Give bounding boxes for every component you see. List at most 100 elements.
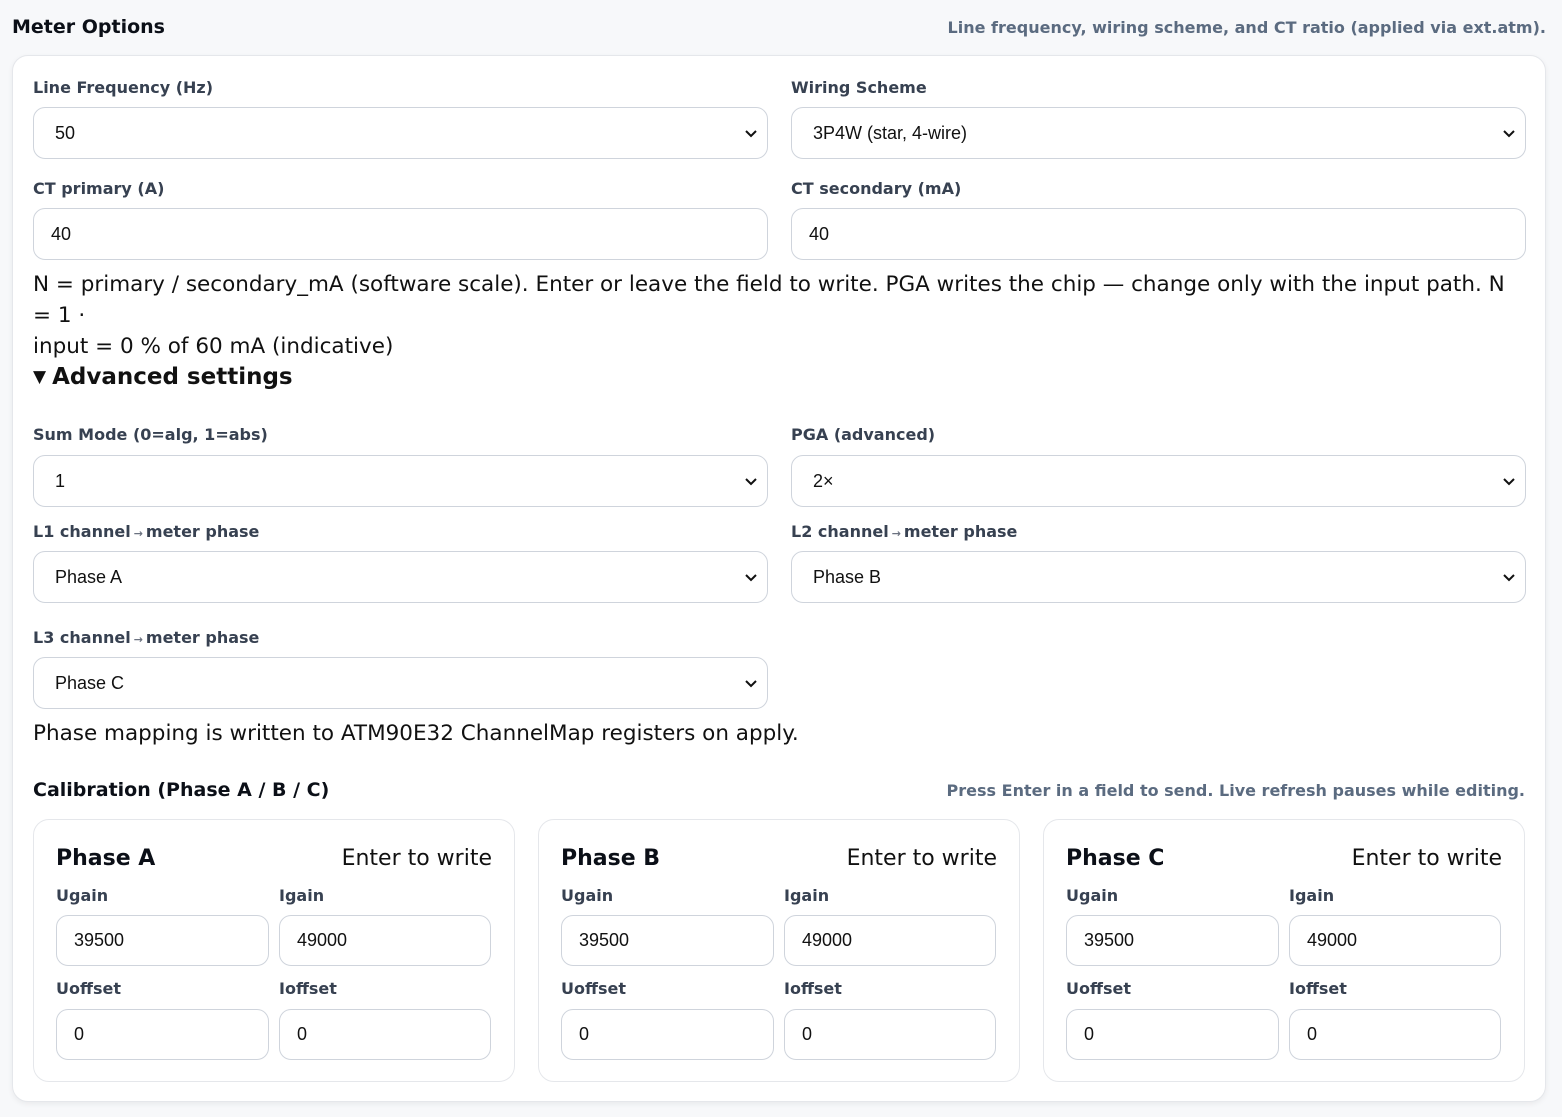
chevron-down-icon — [1503, 574, 1515, 582]
l2-label-b: meter phase — [903, 522, 1018, 541]
arrow-right-icon: → — [133, 527, 143, 540]
igain-value: 49000 — [1307, 930, 1358, 950]
ioffset-input[interactable]: 0 — [1289, 1009, 1501, 1060]
ct-help-line-1: N = primary / secondary_mA (software sca… — [33, 272, 1505, 328]
ct-primary-label: CT primary (A) — [33, 179, 165, 198]
l1-phase-value: Phase A — [55, 566, 123, 587]
l1-channel-label: L1 channel → meter phase — [33, 522, 259, 541]
phase-note: Enter to write — [341, 846, 492, 871]
ugain-input[interactable]: 39500 — [561, 915, 774, 966]
phase-a-card: Phase A Enter to write Ugain Igain 39500… — [33, 819, 515, 1082]
chevron-down-icon — [745, 130, 757, 138]
l2-phase-value: Phase B — [813, 566, 882, 587]
l2-label-a: L2 channel — [791, 522, 889, 541]
igain-value: 49000 — [802, 930, 853, 950]
uoffset-label: Uoffset — [561, 979, 626, 998]
pga-label: PGA (advanced) — [791, 425, 936, 444]
ct-secondary-value: 40 — [809, 223, 830, 244]
l3-channel-label: L3 channel → meter phase — [33, 628, 259, 647]
l2-phase-select[interactable]: Phase B — [791, 551, 1526, 603]
triangle-down-icon: ▼ — [33, 367, 47, 387]
igain-input[interactable]: 49000 — [784, 915, 996, 966]
sum-mode-select[interactable]: 1 — [33, 455, 768, 507]
chevron-down-icon — [745, 680, 757, 688]
sum-mode-label: Sum Mode (0=alg, 1=abs) — [33, 425, 268, 444]
ct-help-text: N = primary / secondary_mA (software sca… — [33, 269, 1523, 362]
uoffset-label: Uoffset — [1066, 979, 1131, 998]
uoffset-value: 0 — [1084, 1024, 1095, 1044]
chevron-down-icon — [1503, 130, 1515, 138]
l3-phase-value: Phase C — [55, 672, 125, 693]
ct-primary-value: 40 — [51, 223, 72, 244]
arrow-right-icon: → — [133, 633, 143, 646]
ioffset-label: Ioffset — [784, 979, 842, 998]
phase-title: Phase B — [561, 846, 661, 871]
ioffset-value: 0 — [1307, 1024, 1318, 1044]
ioffset-input[interactable]: 0 — [279, 1009, 491, 1060]
ioffset-value: 0 — [297, 1024, 308, 1044]
pga-select[interactable]: 2× — [791, 455, 1526, 507]
ugain-label: Ugain — [56, 886, 109, 905]
ioffset-label: Ioffset — [1289, 979, 1347, 998]
meter-options-card: Line Frequency (Hz) 50 Wiring Scheme 3P4… — [12, 55, 1546, 1102]
phase-note: Enter to write — [846, 846, 997, 871]
uoffset-input[interactable]: 0 — [56, 1009, 269, 1060]
l3-phase-select[interactable]: Phase C — [33, 657, 768, 709]
ioffset-input[interactable]: 0 — [784, 1009, 996, 1060]
igain-label: Igain — [784, 886, 830, 905]
uoffset-input[interactable]: 0 — [561, 1009, 774, 1060]
arrow-right-icon: → — [891, 527, 901, 540]
ugain-value: 39500 — [579, 930, 630, 950]
l1-phase-select[interactable]: Phase A — [33, 551, 768, 603]
ct-help-line-2: input = 0 % of 60 mA (indicative) — [33, 334, 394, 359]
section-header: Meter Options Line frequency, wiring sch… — [12, 0, 1546, 54]
phase-title: Phase A — [56, 846, 156, 871]
ugain-label: Ugain — [561, 886, 614, 905]
igain-label: Igain — [1289, 886, 1335, 905]
line-frequency-label: Line Frequency (Hz) — [33, 78, 214, 97]
sum-mode-value: 1 — [55, 470, 66, 491]
uoffset-input[interactable]: 0 — [1066, 1009, 1279, 1060]
ugain-value: 39500 — [74, 930, 125, 950]
chevron-down-icon — [1503, 478, 1515, 486]
phase-mapping-note: Phase mapping is written to ATM90E32 Cha… — [33, 721, 799, 746]
wiring-scheme-select[interactable]: 3P4W (star, 4-wire) — [791, 107, 1526, 159]
line-frequency-select[interactable]: 50 — [33, 107, 768, 159]
l1-label-a: L1 channel — [33, 522, 131, 541]
phase-note: Enter to write — [1351, 846, 1502, 871]
ct-secondary-label: CT secondary (mA) — [791, 179, 962, 198]
ugain-label: Ugain — [1066, 886, 1119, 905]
pga-value: 2× — [813, 470, 834, 491]
phase-b-card: Phase B Enter to write Ugain Igain 39500… — [538, 819, 1020, 1082]
l1-label-b: meter phase — [145, 522, 260, 541]
phase-title: Phase C — [1066, 846, 1165, 871]
ugain-input[interactable]: 39500 — [56, 915, 269, 966]
calibration-title: Calibration (Phase A / B / C) — [33, 779, 330, 801]
header-hint: Line frequency, wiring scheme, and CT ra… — [947, 17, 1546, 37]
wiring-scheme-label: Wiring Scheme — [791, 78, 927, 97]
uoffset-value: 0 — [74, 1024, 85, 1044]
l3-label-b: meter phase — [145, 628, 260, 647]
l2-channel-label: L2 channel → meter phase — [791, 522, 1017, 541]
calibration-hint: Press Enter in a field to send. Live ref… — [946, 781, 1525, 800]
page-title: Meter Options — [12, 16, 165, 38]
ct-secondary-input[interactable]: 40 — [791, 208, 1526, 260]
ct-primary-input[interactable]: 40 — [33, 208, 768, 260]
advanced-settings-label: Advanced settings — [52, 364, 293, 390]
chevron-down-icon — [745, 574, 757, 582]
igain-label: Igain — [279, 886, 325, 905]
line-frequency-value: 50 — [55, 122, 76, 143]
advanced-settings-toggle[interactable]: ▼ Advanced settings — [33, 364, 293, 390]
ioffset-value: 0 — [802, 1024, 813, 1044]
igain-value: 49000 — [297, 930, 348, 950]
ugain-value: 39500 — [1084, 930, 1135, 950]
phase-c-card: Phase C Enter to write Ugain Igain 39500… — [1043, 819, 1525, 1082]
igain-input[interactable]: 49000 — [279, 915, 491, 966]
igain-input[interactable]: 49000 — [1289, 915, 1501, 966]
ugain-input[interactable]: 39500 — [1066, 915, 1279, 966]
uoffset-label: Uoffset — [56, 979, 121, 998]
uoffset-value: 0 — [579, 1024, 590, 1044]
chevron-down-icon — [745, 478, 757, 486]
l3-label-a: L3 channel — [33, 628, 131, 647]
wiring-scheme-value: 3P4W (star, 4-wire) — [813, 122, 968, 143]
